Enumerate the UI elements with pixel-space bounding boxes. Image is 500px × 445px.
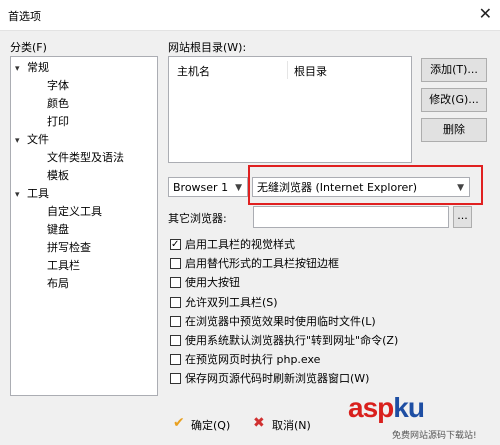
tree-item[interactable]: 模板 [47,167,69,185]
checkbox[interactable] [170,296,181,308]
other-browser-label: 其它浏览器: [168,212,227,225]
option-checkbox-row[interactable]: 启用替代形式的工具栏按钮边框 [170,256,339,272]
tree-item-label: 文件类型及语法 [47,151,124,164]
tree-item-label: 键盘 [47,223,69,236]
checkbox-label: 在预览网页时执行 php.exe [185,353,321,367]
cancel-x-icon: ✖ [253,415,265,431]
option-checkbox-row[interactable]: 在浏览器中预览效果时使用临时文件(L) [170,314,376,330]
checkbox-label: 启用工具栏的视觉样式 [185,238,295,251]
checkbox-label: 使用大按钮 [185,276,240,290]
tree-item[interactable]: ▾ 工具 [15,185,49,203]
checkbox[interactable] [170,354,181,366]
checkbox[interactable] [170,258,181,270]
close-icon[interactable]: ✕ [479,4,492,23]
column-divider [287,61,288,79]
window-title: 首选项 [8,10,41,23]
option-checkbox-row[interactable]: 保存网页源代码时刷新浏览器窗口(W) [170,371,369,387]
tree-item[interactable]: 字体 [47,77,69,95]
web-root-label: 网站根目录(W): [168,41,247,54]
browser-slot-select[interactable]: Browser 1 ▼ [168,177,248,197]
checkbox[interactable] [170,237,181,253]
chevron-down-icon[interactable]: ▾ [15,132,27,150]
chevron-down-icon[interactable]: ▾ [15,60,27,78]
checkbox-label: 在浏览器中预览效果时使用临时文件(L) [185,314,376,328]
tree-item-label: 自定义工具 [47,205,102,218]
highlight-box [248,165,483,205]
tree-item-label: 布局 [47,277,69,290]
browse-button[interactable]: ... [453,206,472,228]
tree-item-label: 文件 [27,133,49,146]
chevron-down-icon[interactable]: ▾ [15,186,27,204]
tree-item[interactable]: 颜色 [47,95,69,113]
edit-button[interactable]: 修改(G)... [421,88,487,112]
tree-item[interactable]: 拼写检查 [47,239,91,257]
checkbox[interactable] [170,335,181,346]
checkbox[interactable] [170,315,181,327]
checkbox[interactable] [170,277,181,289]
checkbox-label: 启用替代形式的工具栏按钮边框 [185,257,339,271]
tree-item-label: 常规 [27,61,49,74]
browser-slot-value: Browser 1 [173,181,229,194]
tree-item[interactable]: 自定义工具 [47,203,102,221]
checkbox-label: 允许双列工具栏(S) [185,295,278,309]
tree-item-label: 模板 [47,169,69,182]
tree-item-label: 打印 [47,115,69,128]
column-header-hostname[interactable]: 主机名 [177,63,210,79]
tree-item-label: 颜色 [47,97,69,110]
tree-item[interactable]: ▾ 文件 [15,131,49,149]
tree-item[interactable]: 打印 [47,113,69,131]
option-checkbox-row[interactable]: 启用工具栏的视觉样式 [170,237,295,253]
option-checkbox-row[interactable]: 使用大按钮 [170,275,240,291]
tree-item[interactable]: 工具栏 [47,257,80,275]
column-header-root[interactable]: 根目录 [294,63,327,79]
add-button[interactable]: 添加(T)... [421,58,487,82]
ok-check-icon: ✔ [173,415,185,431]
tree-item[interactable]: 文件类型及语法 [47,149,124,167]
checkbox[interactable] [170,373,181,385]
tree-item-label: 拼写检查 [47,241,91,254]
tree-item-label: 工具 [27,187,49,200]
option-checkbox-row[interactable]: 允许双列工具栏(S) [170,295,278,311]
other-browser-input[interactable] [253,206,449,228]
watermark-subtitle: 免费网站源码下载站! [392,431,477,441]
category-label: 分类(F) [10,41,47,54]
tree-item-label: 字体 [47,79,69,92]
title-bar: 首选项 ✕ [0,0,500,31]
web-root-list[interactable]: 主机名 根目录 [168,56,412,163]
tree-item[interactable]: 布局 [47,275,69,293]
category-tree[interactable]: ▾ 常规 字体 颜色 打印 ▾ 文件 文件类型及语法 模板 ▾ 工具 自定义工具 键盘 拼写检查 工具栏 布局 [10,56,158,396]
checkbox-label: 使用系统默认浏览器执行"转到网址"命令(Z) [185,334,399,347]
tree-item[interactable]: ▾ 常规 [15,59,49,77]
delete-button[interactable]: 删除 [421,118,487,142]
option-checkbox-row[interactable]: 使用系统默认浏览器执行"转到网址"命令(Z) [170,333,398,349]
chevron-down-icon: ▼ [235,183,242,193]
tree-item[interactable]: 键盘 [47,221,69,239]
ok-button[interactable]: 确定(Q) [191,417,230,433]
option-checkbox-row[interactable]: 在预览网页时执行 php.exe [170,352,320,368]
tree-item-label: 工具栏 [47,259,80,272]
cancel-button[interactable]: 取消(N) [272,417,311,433]
checkbox-label: 保存网页源代码时刷新浏览器窗口(W) [185,372,370,386]
watermark-logo: aspku [348,392,425,423]
